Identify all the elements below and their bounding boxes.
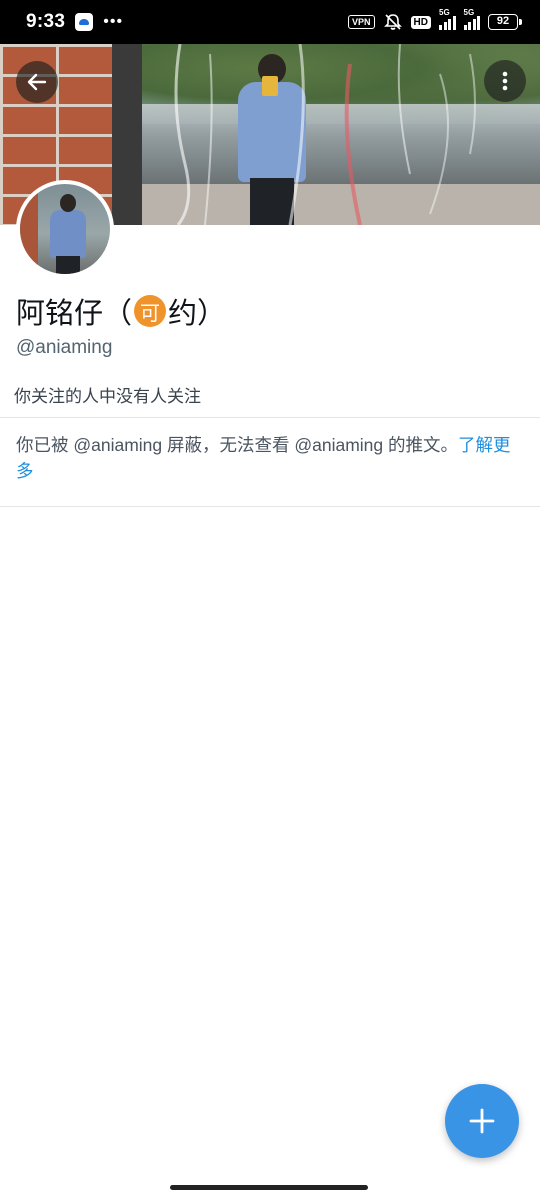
arrow-left-icon [27,73,47,91]
signal-2-label: 5G [463,8,475,17]
plus-icon [469,1108,495,1134]
more-options-button[interactable] [484,60,526,102]
hd-badge: HD [410,15,431,29]
vpn-badge: VPN [348,15,375,29]
more-notifications-indicator: ••• [103,13,124,30]
signal-strength-2-icon: 5G [463,8,480,30]
name-badge-emoji: 可 [134,295,167,327]
home-indicator[interactable] [170,1185,368,1190]
more-vertical-icon [502,71,508,91]
divider [0,506,540,507]
user-handle: @aniaming [16,337,113,358]
back-button[interactable] [16,61,58,103]
mute-bell-icon [383,14,402,30]
app-notification-icon [75,13,94,31]
display-name-suffix: 约） [168,298,227,330]
blocked-message-text: 你已被 @aniaming 屏蔽，无法查看 @aniaming 的推文。 [16,435,459,455]
status-time: 9:33 [26,11,66,32]
status-bar: 9:33 ••• VPN HD 5G 5G 92 [0,0,540,44]
status-left: 9:33 ••• [26,11,123,33]
divider [0,417,540,418]
signal-strength-1-icon: 5G [439,8,456,30]
display-name-prefix: 阿铭仔（ [16,298,133,330]
signal-1-label: 5G [439,8,450,17]
avatar[interactable] [16,180,114,278]
blocked-message: 你已被 @aniaming 屏蔽，无法查看 @aniaming 的推文。了解更多 [16,432,526,484]
display-name: 阿铭仔（ 可 约） [16,290,226,332]
status-right: VPN HD 5G 5G 92 [348,8,522,31]
followers-you-know-text: 你关注的人中没有人关注 [14,387,201,406]
battery-indicator: 92 [488,14,522,30]
compose-tweet-button[interactable] [445,1084,519,1158]
